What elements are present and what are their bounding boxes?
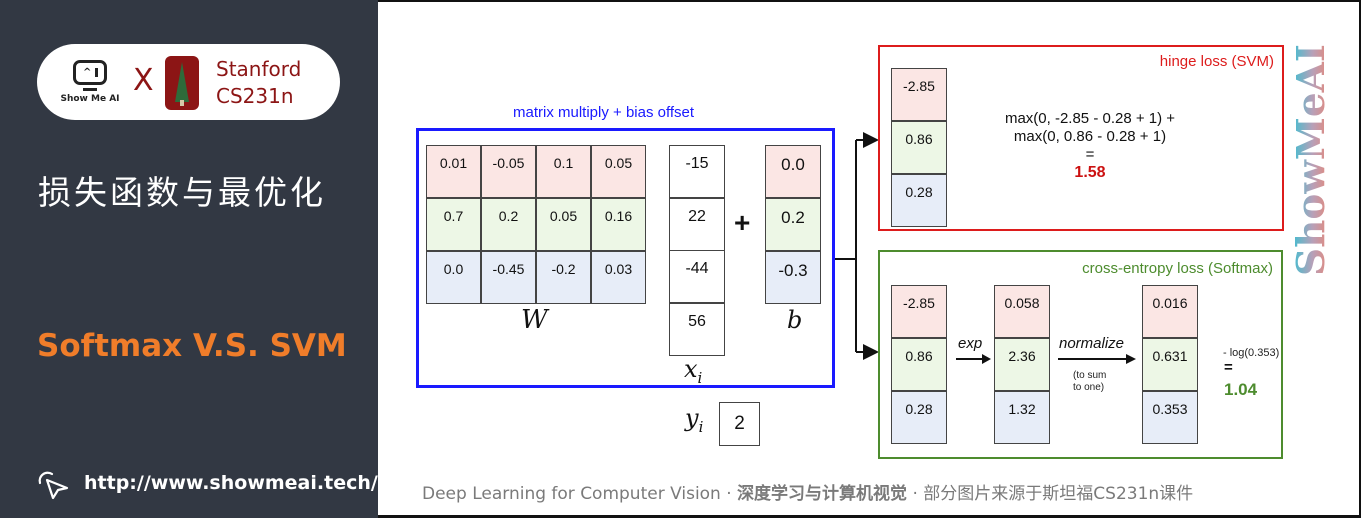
normalize-note: (to sum to one) (1073, 370, 1106, 394)
weight-cell: 0.1 (536, 145, 591, 198)
monitor-icon: ^ (73, 60, 107, 85)
svm-score-cell: -2.85 (891, 68, 947, 121)
svm-equals: = (1085, 146, 1095, 163)
svm-score-cell: 0.86 (891, 121, 947, 174)
eye-left: ^ (83, 67, 92, 78)
svm-result: 1.58 (1074, 164, 1106, 181)
stanford-line1: Stanford (216, 57, 302, 81)
showmeai-logo: ^ Show Me AI (59, 58, 121, 110)
stanford-line2: CS231n (216, 84, 294, 108)
neg-log-label: - log(0.353) (1223, 347, 1280, 359)
input-symbol-letter: x (684, 355, 698, 383)
loss-diagram: matrix multiply + bias offset 0.01 -0.05 0… (378, 0, 1361, 518)
weight-cell: 0.0 (426, 251, 481, 304)
input-cell: -15 (669, 145, 725, 198)
weight-cell: 0.03 (591, 251, 646, 304)
label-symbol: yi (685, 404, 703, 436)
probability-cell: 0.353 (1142, 391, 1198, 444)
input-symbol-subscript: i (697, 368, 703, 387)
label-symbol-letter: y (685, 404, 699, 432)
weight-symbol: W (521, 305, 548, 335)
logo-badge: ^ Show Me AI X Stanford CS231n (37, 44, 340, 120)
softmax-loss-box: cross-entropy loss (Softmax) -2.85 0.86 0.… (878, 250, 1283, 459)
exp-label: exp (958, 335, 983, 352)
bias-cell: -0.3 (765, 251, 821, 304)
watermark-text: ShowMeAI (1292, 44, 1332, 276)
normalize-label: normalize (1059, 335, 1125, 352)
bias-cell: 0.2 (765, 198, 821, 251)
footer-separator: · (720, 484, 738, 504)
weight-cell: 0.7 (426, 198, 481, 251)
stanford-logo-icon (165, 56, 199, 110)
lecture-title: 损失函数与最优化 (38, 173, 326, 212)
exp-arrow-icon (956, 354, 991, 364)
collab-x: X (133, 63, 154, 98)
normalize-arrow-icon (1058, 354, 1136, 364)
svm-formula: max(0, -2.85 - 0.28 + 1) + max(0, 0.86 -… (980, 110, 1200, 182)
weight-cell: 0.05 (536, 198, 591, 251)
bias-symbol: b (787, 306, 803, 334)
footer-source-note: 部分图片来源于斯坦福CS231n课件 (923, 484, 1194, 504)
label-symbol-subscript: i (698, 417, 704, 436)
input-cell: 22 (669, 197, 725, 251)
weight-cell: -0.05 (481, 145, 536, 198)
stanford-text: Stanford CS231n (216, 56, 301, 110)
showmeai-label: Show Me AI (60, 94, 120, 104)
tree-icon (175, 62, 189, 102)
branch-connector (835, 132, 879, 360)
showmeai-watermark: ShowMeAI (1292, 44, 1332, 276)
svm-formula-line1: max(0, -2.85 - 0.28 + 1) + (1004, 110, 1176, 127)
sidebar: ^ Show Me AI X Stanford CS231n 损失函数与最优化 … (0, 0, 378, 518)
svm-score-cell: 0.28 (891, 174, 947, 227)
weight-cell: 0.01 (426, 145, 481, 198)
bias-cell: 0.0 (765, 145, 821, 198)
linear-score-label: matrix multiply + bias offset (513, 104, 695, 121)
cursor-click-icon (38, 471, 69, 500)
eye-right (95, 68, 98, 77)
weight-cell: 0.2 (481, 198, 536, 251)
tree-trunk (180, 100, 184, 106)
website-url[interactable]: http://www.showmeai.tech/ (84, 472, 378, 494)
weight-cell: -0.45 (481, 251, 536, 304)
weight-cell: 0.05 (591, 145, 646, 198)
svm-loss-box: hinge loss (SVM) -2.85 0.86 0.28 max(0, -2… (878, 45, 1284, 231)
weight-cell: 0.16 (591, 198, 646, 251)
weight-cell: -0.2 (536, 251, 591, 304)
normalize-note-line1: (to sum (1073, 370, 1107, 381)
input-cell: -44 (669, 250, 725, 303)
exp-cell: 1.32 (994, 391, 1050, 444)
plus-sign: + (734, 207, 751, 238)
softmax-label: cross-entropy loss (Softmax) (1082, 260, 1273, 277)
label-value: 2 (719, 402, 760, 446)
softmax-result: 1.04 (1224, 380, 1258, 399)
footer-caption: Deep Learning for Computer Vision · 深度学习… (422, 479, 1193, 504)
monitor-stand (83, 88, 97, 91)
input-cell: 56 (669, 302, 725, 356)
footer-course-cn: 深度学习与计算机视觉 (737, 484, 908, 504)
softmax-equals: = (1224, 359, 1233, 376)
probability-cell: 0.016 (1142, 285, 1198, 338)
probability-cell: 0.631 (1142, 338, 1198, 391)
footer-separator: · (907, 484, 924, 504)
svm-label: hinge loss (SVM) (1159, 53, 1274, 70)
svm-formula-line2: max(0, 0.86 - 0.28 + 1) (1013, 128, 1167, 145)
softmax-score-cell: -2.85 (891, 285, 947, 338)
softmax-score-cell: 0.28 (891, 391, 947, 444)
footer-course-en: Deep Learning for Computer Vision (422, 484, 721, 504)
softmax-score-cell: 0.86 (891, 338, 947, 391)
lecture-subtitle: Softmax V.S. SVM (37, 328, 347, 364)
normalize-note-line2: to one) (1073, 382, 1105, 393)
exp-cell: 0.058 (994, 285, 1050, 338)
exp-cell: 2.36 (994, 338, 1050, 391)
input-symbol: xi (684, 355, 702, 387)
